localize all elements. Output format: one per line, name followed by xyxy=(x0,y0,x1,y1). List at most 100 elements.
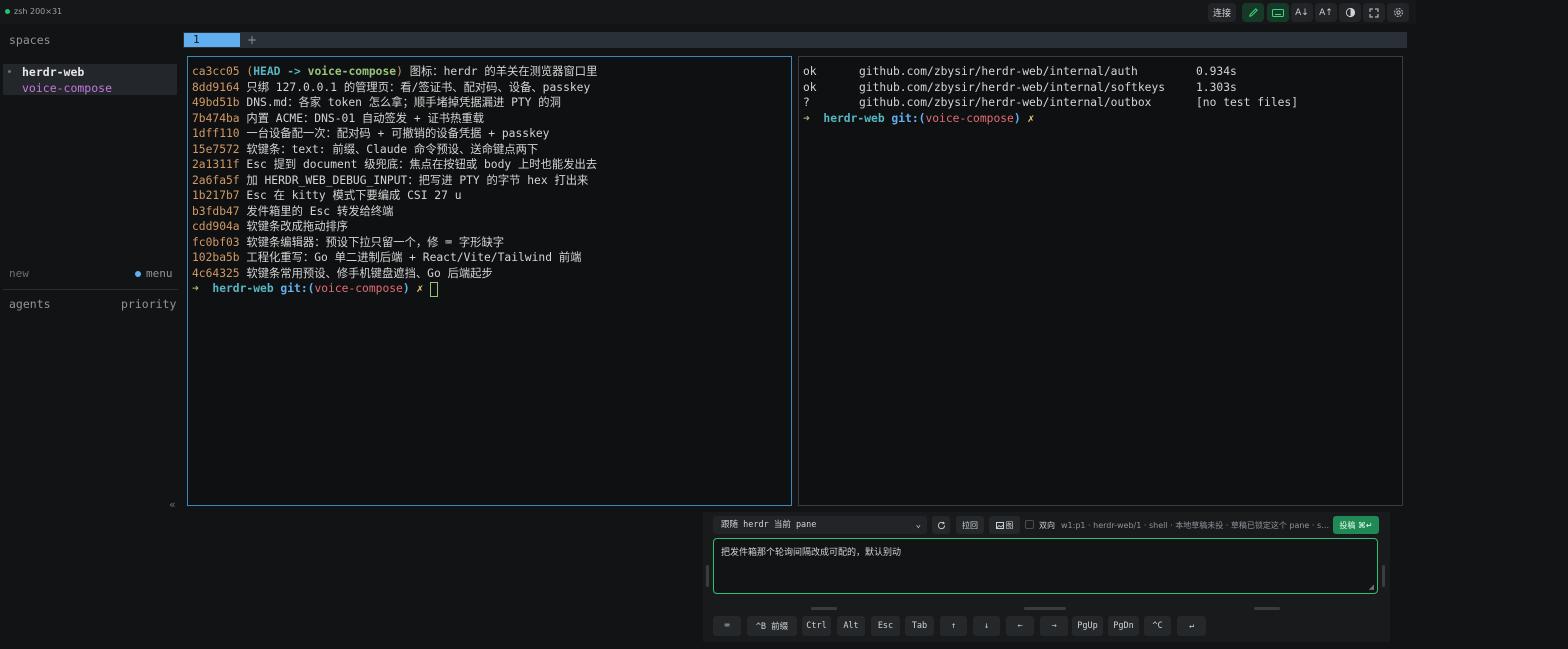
commit-hash: ca3cc05 xyxy=(192,65,240,78)
test-package: github.com/zbysir/herdr-web/internal/aut… xyxy=(859,65,1138,78)
submit-button[interactable]: 投稿 ⌘↵ xyxy=(1333,516,1379,534)
log-line: 102ba5b 工程化重写：Go 单二进制后端 + React/Vite/Tai… xyxy=(192,250,597,266)
test-duration: [no test files] xyxy=(1196,96,1299,109)
pull-back-button[interactable]: 拉回 xyxy=(956,516,984,534)
commit-hash: 1b217b7 xyxy=(192,189,240,202)
terminal-pane-right[interactable]: ok github.com/zbysir/herdr-web/internal/a… xyxy=(798,56,1403,506)
test-status: ? xyxy=(803,96,810,109)
left-scroll-handle[interactable] xyxy=(706,565,709,587)
target-pane-value: 跟随 herdr 当前 pane xyxy=(721,520,817,530)
image-button-label: 图 xyxy=(1005,520,1014,530)
test-duration: 1.303s xyxy=(1196,80,1237,94)
log-line: 1b217b7 Esc 在 kitty 模式下要编成 CSI 27 u xyxy=(192,188,597,204)
right-scroll-handle[interactable] xyxy=(1382,565,1385,587)
image-button[interactable]: 图 xyxy=(989,516,1020,534)
softkey-10[interactable]: PgUp xyxy=(1072,616,1103,636)
collapse-sidebar-button[interactable]: « xyxy=(169,498,176,511)
commit-message: 加 HERDR_WEB_DEBUG_INPUT：把写进 PTY 的字节 hex … xyxy=(239,173,589,187)
softkey-3[interactable]: Alt xyxy=(837,616,865,636)
softkey-1[interactable]: ^B 前缀 xyxy=(747,616,797,636)
softkey-11[interactable]: PgDn xyxy=(1108,616,1139,636)
tab-1[interactable]: 1 xyxy=(184,33,240,47)
softkey-7[interactable]: ↓ xyxy=(973,616,1000,636)
refresh-icon[interactable] xyxy=(932,516,950,534)
softkey-5[interactable]: Tab xyxy=(905,616,934,636)
prompt-arrow: ➜ xyxy=(803,111,824,125)
duplex-checkbox[interactable] xyxy=(1025,520,1034,529)
duplex-label: 双向 xyxy=(1039,521,1055,530)
ref-arrow: -> xyxy=(280,65,308,78)
priority-sort-button[interactable]: priority xyxy=(121,297,176,311)
test-package: github.com/zbysir/herdr-web/internal/out… xyxy=(859,96,1152,109)
log-line: 8dd9164 只绑 127.0.0.1 的管理页：看/签证书、配对码、设备、p… xyxy=(192,80,597,96)
prompt-arrow: ➜ xyxy=(192,282,213,295)
commit-message: 软键条：text: 前缀、Claude 命令预设、送命键点两下 xyxy=(239,142,539,156)
commit-hash: 8dd9164 xyxy=(192,80,240,94)
menu-dot-icon xyxy=(135,270,141,277)
draft-text: 把发件箱那个轮询间隔改成可配的，默认别动 xyxy=(721,548,902,558)
softkey-9[interactable]: → xyxy=(1040,616,1068,636)
space-name[interactable]: herdr-web xyxy=(22,65,84,79)
log-line: 49bd51b DNS.md：各家 token 怎么拿；顺手堵掉凭据漏进 PTY… xyxy=(192,95,597,111)
log-line: ca3cc05 (HEAD -> voice-compose) 图标：herdr… xyxy=(192,64,597,80)
commit-hash: 4c64325 xyxy=(192,266,240,280)
softkey-0[interactable]: ⌨ xyxy=(713,616,741,636)
prompt-git-close: ) xyxy=(1013,111,1028,125)
log-line: 7b474ba 内置 ACME：DNS-01 自动签发 + 证书热重载 xyxy=(192,111,597,127)
commit-hash: 2a1311f xyxy=(192,158,240,171)
draft-textarea[interactable]: 把发件箱那个轮询间隔改成可配的，默认别动 ◢ xyxy=(713,538,1378,594)
softkey-13[interactable]: ↵ xyxy=(1177,616,1206,636)
add-tab-button[interactable]: + xyxy=(247,32,257,48)
terminal-pane-left[interactable]: ca3cc05 (HEAD -> voice-compose) 图标：herdr… xyxy=(187,56,792,506)
session-label: zsh 200×31 xyxy=(14,7,63,16)
top-bar: zsh 200×31 连接 A↓ A↑ xyxy=(0,0,1416,24)
ref-paren: ) xyxy=(396,65,403,78)
commit-message: 只绑 127.0.0.1 的管理页：看/签证书、配对码、设备、passkey xyxy=(239,80,591,94)
keyboard-icon[interactable] xyxy=(1267,3,1289,22)
commit-message: 软键条编辑器：预设下拉只留一个，修 ⌨ 字形缺字 xyxy=(239,235,505,249)
menu-label: menu xyxy=(146,267,173,280)
spaces-heading: spaces xyxy=(9,33,51,47)
image-icon xyxy=(995,521,1004,529)
drag-grip-left[interactable] xyxy=(811,607,837,610)
contrast-icon[interactable] xyxy=(1339,3,1361,22)
ref-paren: ( xyxy=(239,65,254,78)
commit-hash: 102ba5b xyxy=(192,251,240,264)
test-result-line: ok github.com/zbysir/herdr-web/internal/a… xyxy=(803,64,1298,80)
target-pane-select[interactable]: 跟随 herdr 当前 pane ⌄ xyxy=(713,516,927,534)
gear-icon[interactable] xyxy=(1387,3,1409,22)
softkey-8[interactable]: ← xyxy=(1006,616,1034,636)
connect-button[interactable]: 连接 xyxy=(1208,3,1236,22)
terminal-cursor xyxy=(430,281,439,297)
sidebar: spaces herdr-web voice-compose new menu … xyxy=(0,24,181,515)
space-branch[interactable]: voice-compose xyxy=(22,81,112,95)
ref-branch: voice-compose xyxy=(307,65,397,78)
fullscreen-icon[interactable] xyxy=(1363,3,1385,22)
ref-head: HEAD xyxy=(253,65,281,78)
pencil-icon[interactable] xyxy=(1242,3,1264,22)
commit-message: 图标：herdr 的羊关在测览器窗口里 xyxy=(402,65,598,78)
log-line: 2a1311f Esc 提到 document 级兜底：焦点在按钮或 body … xyxy=(192,157,597,173)
prompt-dirty: ✗ xyxy=(1027,111,1042,125)
softkey-6[interactable]: ↑ xyxy=(940,616,967,636)
softkey-2[interactable]: Ctrl xyxy=(802,616,831,636)
session-indicator: zsh 200×31 xyxy=(5,7,62,16)
softkey-12[interactable]: ^C xyxy=(1144,616,1171,636)
chevron-down-icon: ⌄ xyxy=(915,520,921,530)
agents-heading: agents xyxy=(9,297,51,311)
drag-grip-right[interactable] xyxy=(1254,607,1280,610)
text-smaller-button[interactable]: A↓ xyxy=(1291,3,1313,22)
new-space-button[interactable]: new xyxy=(9,267,29,280)
softkey-4[interactable]: Esc xyxy=(871,616,900,636)
prompt-branch: voice-compose xyxy=(314,282,403,295)
resize-handle-icon[interactable]: ◢ xyxy=(1369,583,1374,591)
text-larger-button[interactable]: A↑ xyxy=(1315,3,1337,22)
commit-message: DNS.md：各家 token 怎么拿；顺手堵掉凭据漏进 PTY 的洞 xyxy=(239,96,561,109)
prompt-git: git:( xyxy=(280,282,315,295)
drag-grip-center[interactable] xyxy=(1024,607,1066,610)
status-dot-icon xyxy=(5,9,10,14)
menu-button[interactable]: menu xyxy=(135,267,173,280)
log-line: 2a6fa5f 加 HERDR_WEB_DEBUG_INPUT：把写进 PTY … xyxy=(192,173,597,189)
log-line: b3fdb47 发件箱里的 Esc 转发给终端 xyxy=(192,204,597,220)
prompt-branch: voice-compose xyxy=(925,111,1014,125)
